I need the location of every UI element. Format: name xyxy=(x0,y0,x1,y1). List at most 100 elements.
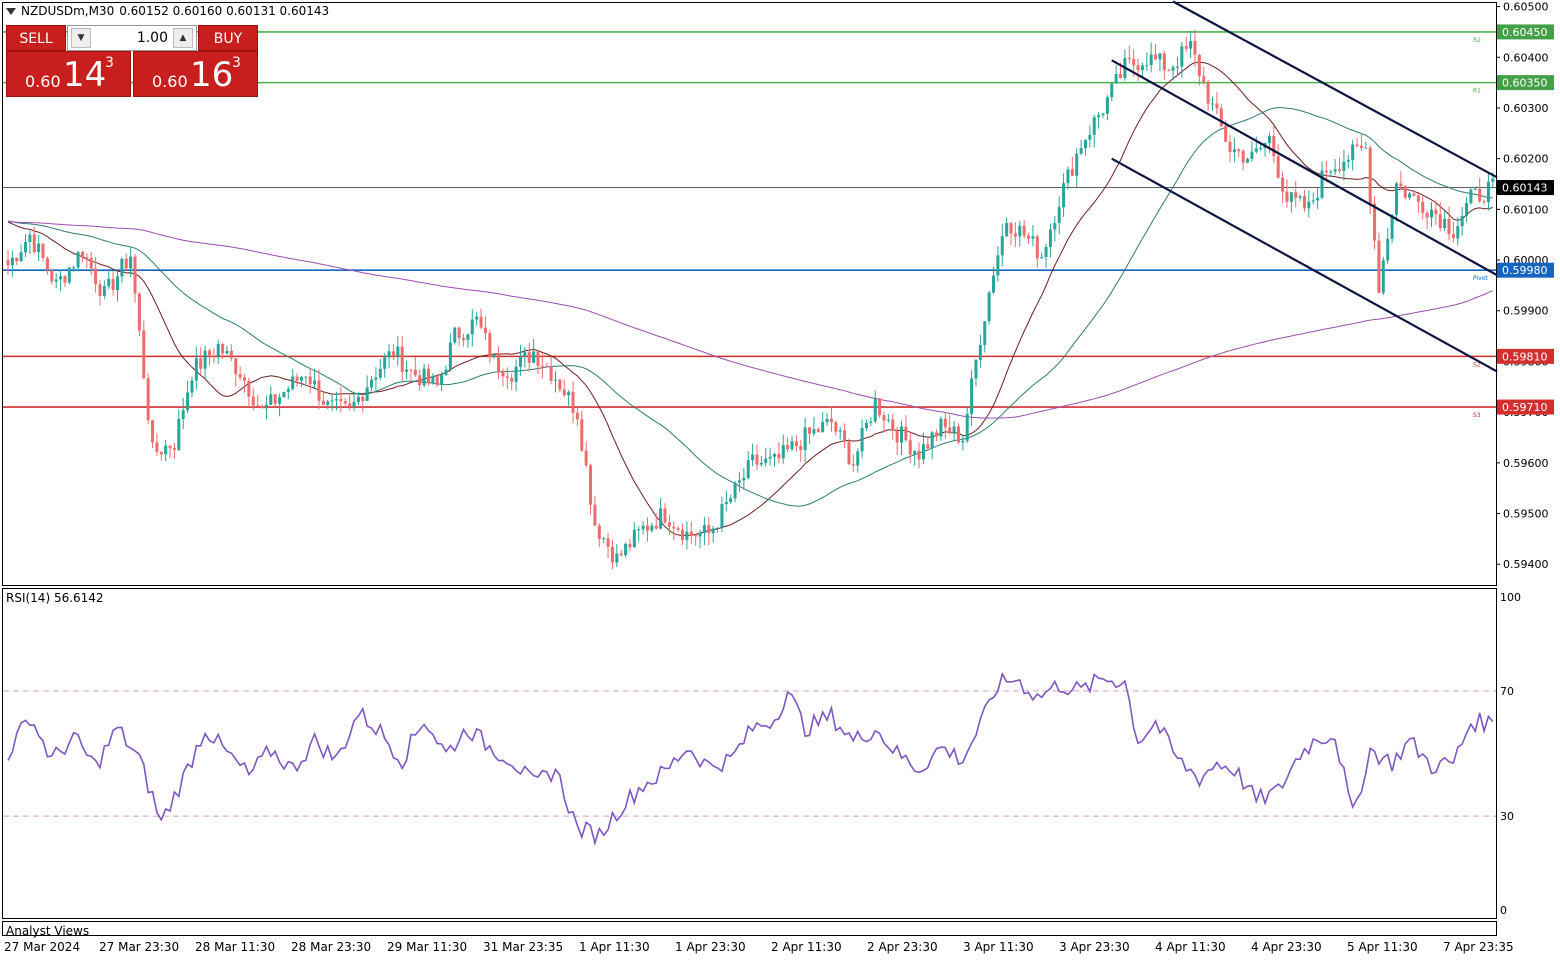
candle-body xyxy=(159,451,163,455)
candle-body xyxy=(24,241,28,253)
candle-body xyxy=(440,374,444,385)
lot-size-input[interactable] xyxy=(94,29,168,47)
candle-body xyxy=(251,396,255,406)
candle-body xyxy=(190,380,194,393)
chart-canvas[interactable]: R2R1PivotS2S3 0.605000.604000.603000.602… xyxy=(0,0,1560,960)
candle-body xyxy=(1259,147,1263,149)
time-label: 3 Apr 11:30 xyxy=(963,940,1034,954)
candle-body xyxy=(1302,196,1306,209)
candle-body xyxy=(825,418,829,423)
candle-body xyxy=(89,257,93,269)
buy-price-fraction: 3 xyxy=(232,55,241,71)
candle-body xyxy=(834,422,838,432)
buy-price-button[interactable]: 0.60 16 3 xyxy=(133,51,258,97)
sell-button[interactable]: SELL xyxy=(6,25,66,51)
rsi-tick-label: 100 xyxy=(1500,591,1521,604)
candle-body xyxy=(672,526,676,529)
candle-body xyxy=(816,429,820,433)
candle-body xyxy=(308,376,312,385)
candle-body xyxy=(164,445,168,455)
candle-body xyxy=(1324,170,1328,173)
candle-body xyxy=(1132,58,1136,66)
candle-body xyxy=(295,376,299,381)
candle-body xyxy=(1430,209,1433,218)
candle-body xyxy=(1381,260,1385,293)
price-label-text: 0.59710 xyxy=(1502,401,1548,414)
candle-body xyxy=(624,543,628,556)
candle-body xyxy=(1044,246,1048,258)
price-tick-label: 0.59400 xyxy=(1503,558,1549,571)
candle-body xyxy=(1377,240,1381,293)
candle-body xyxy=(974,359,978,379)
candle-body xyxy=(370,379,374,388)
candle-body xyxy=(983,321,987,345)
candle-body xyxy=(348,403,352,407)
lot-increase-icon[interactable]: ▲ xyxy=(173,28,193,48)
chart-menu-triangle-icon[interactable] xyxy=(6,7,16,15)
candle-body xyxy=(137,293,141,331)
candle-body xyxy=(168,445,172,449)
candle-body xyxy=(1193,40,1197,55)
candle-body xyxy=(790,441,794,450)
candle-body xyxy=(129,256,133,269)
candle-body xyxy=(256,405,260,407)
candle-body xyxy=(1013,233,1017,237)
lot-decrease-icon[interactable]: ▼ xyxy=(71,28,91,48)
candle-body xyxy=(405,369,409,372)
candle-body xyxy=(1465,203,1469,216)
candle-body xyxy=(1443,218,1447,229)
candle-body xyxy=(1149,54,1153,66)
candle-body xyxy=(593,504,597,526)
candle-body xyxy=(1329,171,1333,173)
candle-body xyxy=(921,444,925,460)
candle-body xyxy=(821,422,825,433)
candle-body xyxy=(663,508,667,523)
candle-body xyxy=(1114,74,1118,84)
candle-body xyxy=(676,528,680,530)
candle-body xyxy=(1219,108,1223,126)
candle-body xyxy=(637,529,641,531)
candle-body xyxy=(1342,161,1346,171)
candle-body xyxy=(869,421,873,423)
candle-body xyxy=(1294,192,1298,198)
candle-body xyxy=(1031,236,1035,239)
candle-body xyxy=(1438,214,1442,229)
candle-body xyxy=(729,498,733,502)
candle-body xyxy=(247,380,251,397)
candle-body xyxy=(1460,215,1464,227)
candle-body xyxy=(466,334,470,341)
candle-body xyxy=(992,275,995,293)
candle-body xyxy=(510,377,514,382)
candle-body xyxy=(939,418,943,437)
candle-body xyxy=(98,284,102,296)
candle-body xyxy=(102,286,106,296)
candle-body xyxy=(707,525,711,534)
candle-body xyxy=(860,428,864,452)
price-tick-label: 0.60500 xyxy=(1503,1,1549,14)
candle-body xyxy=(1158,53,1162,60)
candle-body xyxy=(6,260,10,266)
candle-body xyxy=(1267,136,1271,143)
candle-body xyxy=(216,344,220,357)
candle-body xyxy=(1298,196,1302,198)
price-label-text: 0.60350 xyxy=(1502,77,1548,90)
candle-body xyxy=(514,366,518,382)
candle-body xyxy=(299,376,303,381)
candle-body xyxy=(1035,236,1039,259)
candle-body xyxy=(847,441,851,465)
candle-body xyxy=(584,450,588,466)
candle-body xyxy=(1359,145,1363,149)
candle-body xyxy=(444,369,448,375)
price-label-text: 0.59810 xyxy=(1502,350,1548,363)
buy-button[interactable]: BUY xyxy=(198,25,258,51)
candle-body xyxy=(1180,46,1184,67)
candle-body xyxy=(1486,181,1490,203)
candle-body xyxy=(632,529,636,548)
price-tick-label: 0.59600 xyxy=(1503,457,1549,470)
candle-body xyxy=(895,430,899,443)
candle-body xyxy=(207,350,211,356)
candle-body xyxy=(80,252,84,258)
candle-body xyxy=(737,480,741,483)
sell-price-button[interactable]: 0.60 14 3 xyxy=(6,51,131,97)
candle-body xyxy=(1425,212,1429,218)
